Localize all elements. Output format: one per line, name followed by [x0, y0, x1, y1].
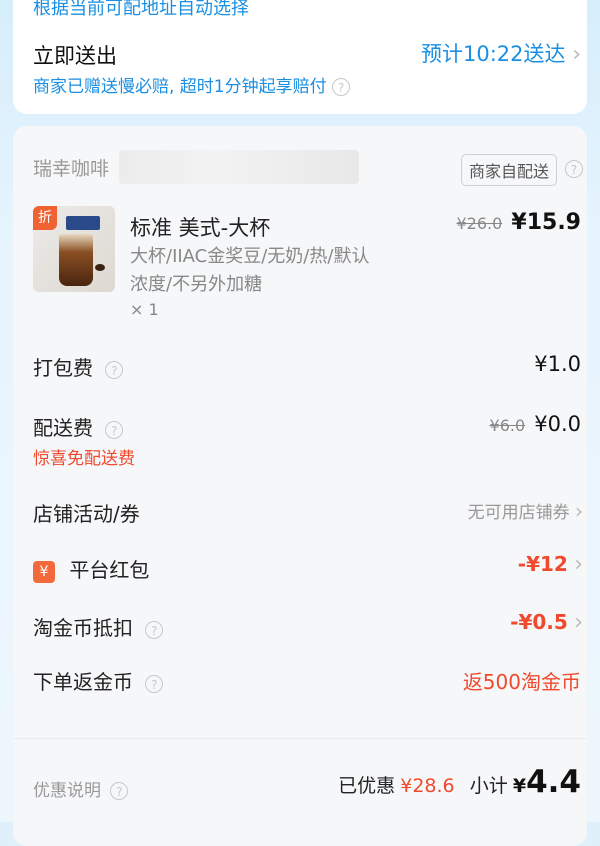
product-orig-price: ¥26.0 — [456, 214, 503, 233]
saved-label: 已优惠 — [338, 775, 396, 797]
guarantee-text: 商家已赠送慢必赔, 超时1分钟起享赔付 — [33, 77, 327, 97]
divider — [13, 738, 587, 739]
coin-deduct-value[interactable]: -¥0.5 — [510, 610, 568, 634]
packing-fee-row: 打包费 ? — [33, 352, 124, 381]
chevron-right-icon: › — [572, 42, 581, 67]
coffee-cup — [59, 234, 93, 286]
guarantee-row: 商家已赠送慢必赔, 超时1分钟起享赔付 ? — [33, 72, 351, 97]
subtotal-value: 4.4 — [526, 764, 581, 800]
packing-fee-value: ¥1.0 — [534, 352, 581, 376]
store-coupon-value[interactable]: 无可用店铺券 — [468, 503, 570, 523]
product-spec-line2: 浓度/不另外加糖 — [130, 274, 263, 295]
coin-deduct-label: 淘金币抵扣 — [33, 616, 133, 640]
discount-info-row[interactable]: 优惠说明 ? — [33, 776, 129, 801]
subtotal-label: 小计 — [469, 775, 508, 797]
coin-return-row: 下单返金币 ? — [33, 666, 164, 695]
order-card: 瑞幸咖啡 商家自配送 ? 折 标准 美式-大杯 大杯/IIAC金奖豆/无奶/热/… — [13, 126, 587, 846]
coin-deduct-selector[interactable]: -¥0.5 › — [510, 610, 583, 635]
product-final-price: ¥15.9 — [511, 210, 581, 235]
red-packet-row: ¥ 平台红包 — [33, 554, 149, 583]
coffee-bean — [95, 264, 105, 271]
help-icon[interactable]: ? — [145, 620, 164, 639]
delivery-tag: 商家自配送 — [460, 154, 557, 186]
deliver-now-label: 立即送出 — [33, 44, 117, 68]
red-packet-selector[interactable]: -¥12 › — [518, 552, 583, 577]
help-icon[interactable]: ? — [105, 360, 124, 379]
coin-return-label: 下单返金币 — [33, 670, 133, 694]
packing-fee-label: 打包费 — [33, 356, 93, 380]
red-packet-value[interactable]: -¥12 — [518, 552, 568, 576]
order-summary: 已优惠 ¥28.6 小计 ¥4.4 — [338, 764, 581, 800]
help-icon[interactable]: ? — [145, 674, 164, 693]
red-packet-icon: ¥ — [33, 560, 55, 583]
discount-info-label[interactable]: 优惠说明 — [33, 781, 101, 801]
coin-deduct-row: 淘金币抵扣 ? — [33, 612, 164, 641]
delivery-fee-price: ¥6.0 ¥0.0 — [490, 412, 581, 436]
product-price: ¥26.0 ¥15.9 — [457, 210, 582, 235]
product-spec-line1: 大杯/IIAC金奖豆/无奶/热/默认 — [130, 246, 370, 267]
help-icon[interactable]: ? — [105, 420, 124, 439]
chevron-right-icon: › — [575, 499, 583, 523]
delivery-time-card: 根据当前可配地址自动选择 立即送出 预计10:22送达 › 商家已赠送慢必赔, … — [13, 0, 587, 114]
help-icon[interactable]: ? — [332, 78, 351, 96]
delivery-fee-note: 惊喜免配送费 — [33, 449, 135, 469]
delivery-fee-row: 配送费 ? — [33, 412, 124, 441]
saved-value: ¥28.6 — [400, 775, 455, 797]
address-hint: 根据当前可配地址自动选择 — [33, 0, 249, 19]
chevron-right-icon: › — [574, 610, 583, 635]
product-image[interactable]: 折 — [33, 206, 115, 292]
product-qty: × 1 — [130, 300, 159, 319]
eta-text[interactable]: 预计10:22送达 — [421, 42, 566, 66]
subtotal-currency: ¥ — [512, 775, 527, 797]
store-name: 瑞幸咖啡 — [33, 158, 110, 180]
help-icon[interactable]: ? — [565, 160, 583, 178]
delivery-fee-label: 配送费 — [33, 416, 93, 440]
brand-logo — [66, 216, 100, 230]
store-coupon-label: 店铺活动/券 — [33, 502, 140, 526]
discount-badge: 折 — [33, 206, 57, 230]
blurred-store-branch — [119, 150, 359, 184]
eta-selector[interactable]: 预计10:22送达 › — [421, 38, 581, 68]
help-icon[interactable]: ? — [110, 782, 129, 800]
coin-return-value: 返500淘金币 — [462, 670, 581, 694]
delivery-fee-value: ¥0.0 — [534, 412, 581, 436]
store-coupon-selector[interactable]: 无可用店铺券 › — [468, 498, 583, 523]
product-name: 标准 美式-大杯 — [130, 216, 271, 240]
chevron-right-icon: › — [574, 552, 583, 577]
red-packet-label: 平台红包 — [69, 558, 150, 582]
delivery-fee-orig: ¥6.0 — [489, 416, 526, 435]
